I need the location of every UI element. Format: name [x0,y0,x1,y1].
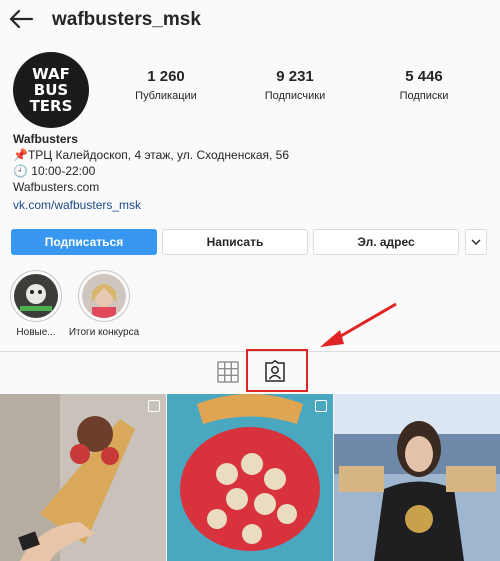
more-options-button[interactable] [465,229,487,255]
highlight-new-cover [14,274,58,318]
wafbusters-logo: WAF BUS TERS [30,65,73,115]
svg-text:TERS: TERS [30,97,73,115]
annotation-arrow-icon [320,302,397,347]
stat-following-value: 5 446 [405,68,443,85]
stat-followers[interactable]: 9 231 Подписчики [235,68,355,102]
grid-post-1[interactable] [0,394,166,561]
bio-hours: 10:00-22:00 [31,164,96,178]
grid-icon[interactable] [216,360,240,384]
stat-following[interactable]: 5 446 Подписки [364,68,484,102]
highlight-contest-label: Итоги конкурса [68,327,140,338]
carousel-icon [148,400,160,412]
top-bar: wafbusters_msk [0,0,500,40]
chevron-down-icon [471,239,481,245]
bio-address: ТРЦ Калейдоскоп, 4 этаж, ул. Сходненская… [27,148,290,162]
clock-icon: 🕘 [13,164,28,178]
profile-username: wafbusters_msk [52,9,201,30]
stat-posts-value: 1 260 [147,68,185,85]
stat-following-label: Подписки [399,90,449,102]
message-button[interactable]: Написать [162,229,308,255]
highlight-new[interactable]: Новые... [4,270,68,338]
pushpin-icon: 📌 [13,148,28,162]
stat-posts-label: Публикации [135,90,197,102]
bio-hours-line: 🕘 10:00-22:00 [13,163,289,179]
annotation-highlight-box [246,349,308,392]
carousel-icon [315,400,327,412]
grid-post-2[interactable] [167,394,333,561]
follow-button[interactable]: Подписаться [11,229,157,255]
photo-grid [0,394,500,561]
highlight-contest[interactable]: Итоги конкурса [69,270,139,338]
bio-address-line: 📌ТРЦ Калейдоскоп, 4 этаж, ул. Сходненска… [13,147,289,163]
grid-post-3[interactable] [334,394,500,561]
profile-name: Wafbusters [13,132,78,146]
stat-followers-label: Подписчики [264,90,326,102]
stat-posts[interactable]: 1 260 Публикации [106,68,226,102]
highlight-contest-cover [82,274,126,318]
arrow-left-icon[interactable] [8,8,34,30]
highlight-new-label: Новые... [16,327,56,338]
bio-website: Wafbusters.com [13,180,100,194]
highlight-ring [10,270,62,322]
profile-bio: Wafbusters 📌ТРЦ Калейдоскоп, 4 этаж, ул.… [13,131,289,213]
highlight-ring [78,270,130,322]
email-button[interactable]: Эл. адрес [313,229,459,255]
bio-link[interactable]: vk.com/wafbusters_msk [13,197,289,213]
avatar[interactable]: WAF BUS TERS [13,52,89,128]
stat-followers-value: 9 231 [276,68,314,85]
